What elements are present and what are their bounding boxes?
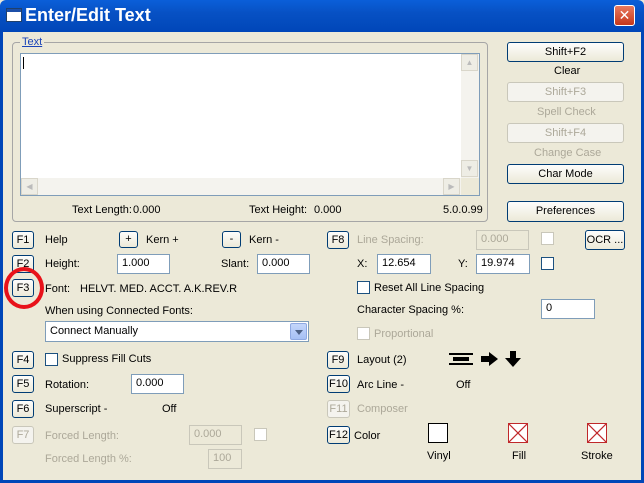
- scroll-up-icon[interactable]: ▲: [461, 54, 478, 71]
- height-input[interactable]: 1.000: [117, 254, 170, 274]
- proportional-checkbox[interactable]: [357, 327, 370, 340]
- chevron-down-icon[interactable]: [290, 323, 307, 340]
- char-mode-button[interactable]: Char Mode: [507, 164, 624, 184]
- vinyl-label: Vinyl: [427, 450, 451, 462]
- rotation-input[interactable]: 0.000: [131, 374, 184, 394]
- vertical-scrollbar[interactable]: ▲ ▼: [461, 54, 479, 178]
- help-label: Help: [45, 234, 68, 246]
- char-spacing-label: Character Spacing %:: [357, 304, 464, 316]
- ocr-button[interactable]: OCR ...: [585, 230, 625, 250]
- f1-button[interactable]: F1: [12, 231, 34, 249]
- spell-check-label: Spell Check: [537, 106, 596, 118]
- scroll-down-icon[interactable]: ▼: [461, 160, 478, 177]
- text-group-label: Text: [20, 36, 45, 48]
- line-spacing-checkbox[interactable]: [541, 232, 554, 245]
- y-input[interactable]: 19.974: [476, 254, 530, 274]
- proportional-label: Proportional: [374, 328, 434, 340]
- y-label: Y:: [458, 258, 468, 270]
- scroll-corner: [461, 178, 479, 195]
- f5-button[interactable]: F5: [12, 375, 34, 393]
- x-input[interactable]: 12.654: [377, 254, 431, 274]
- f8-button[interactable]: F8: [327, 231, 349, 249]
- font-label: Font:: [45, 283, 71, 295]
- change-case-button[interactable]: Shift+F4: [507, 123, 624, 143]
- layout-icons: [447, 350, 525, 368]
- window-title: Enter/Edit Text: [25, 5, 151, 25]
- f10-button[interactable]: F10: [327, 375, 350, 393]
- text-height-value: 0.000: [314, 204, 342, 216]
- superscript-state: Off: [162, 403, 177, 415]
- layout-preview: [449, 351, 521, 367]
- no-color-x-icon: [587, 423, 607, 443]
- clear-label: Clear: [554, 65, 581, 77]
- f11-button[interactable]: F11: [327, 400, 350, 418]
- slant-label: Slant:: [221, 258, 250, 270]
- preferences-button[interactable]: Preferences: [507, 201, 624, 222]
- line-spacing-label: Line Spacing:: [357, 234, 424, 246]
- f4-button[interactable]: F4: [12, 351, 34, 369]
- suppress-fill-cuts-checkbox[interactable]: [45, 353, 58, 366]
- composer-label: Composer: [357, 403, 408, 415]
- arrow-right-icon: [481, 352, 498, 366]
- arrow-down-icon: [505, 351, 521, 367]
- connected-fonts-label: When using Connected Fonts:: [45, 305, 193, 317]
- forced-length-label: Forced Length:: [45, 430, 119, 442]
- scroll-left-icon[interactable]: ◀: [21, 178, 38, 195]
- no-color-x-icon: [508, 423, 528, 443]
- vinyl-swatch[interactable]: [428, 423, 448, 443]
- reset-line-spacing-checkbox[interactable]: [357, 281, 370, 294]
- arc-line-state: Off: [456, 379, 471, 391]
- f9-button[interactable]: F9: [327, 351, 349, 369]
- x-label: X:: [357, 258, 368, 270]
- forced-length-input[interactable]: 0.000: [189, 425, 242, 445]
- char-spacing-input[interactable]: 0: [541, 299, 595, 319]
- forced-length-checkbox[interactable]: [254, 428, 267, 441]
- layout-label: Layout (2): [357, 354, 407, 366]
- rotation-label: Rotation:: [45, 379, 90, 391]
- window-icon: [6, 8, 22, 22]
- close-button[interactable]: ✕: [614, 5, 635, 26]
- text-height-label: Text Height:: [249, 204, 308, 216]
- kern-minus-label: Kern -: [249, 234, 279, 246]
- kern-minus-button[interactable]: -: [222, 231, 241, 248]
- clear-button[interactable]: Shift+F2: [507, 42, 624, 62]
- slant-input[interactable]: 0.000: [257, 254, 310, 274]
- text-entry-area[interactable]: [20, 53, 480, 196]
- f7-button[interactable]: F7: [12, 426, 34, 444]
- fill-swatch[interactable]: [508, 423, 528, 443]
- connected-fonts-select[interactable]: Connect Manually: [45, 321, 309, 342]
- text-length-value: 0.000: [133, 204, 161, 216]
- f12-button[interactable]: F12: [327, 426, 350, 444]
- suppress-fill-cuts-label: Suppress Fill Cuts: [62, 353, 152, 365]
- f6-button[interactable]: F6: [12, 400, 34, 418]
- highlight-circle: [4, 267, 44, 309]
- font-value: HELVT. MED. ACCT. A.K.REV.R: [80, 283, 238, 295]
- reset-line-spacing-label: Reset All Line Spacing: [374, 282, 485, 294]
- stroke-swatch[interactable]: [587, 423, 607, 443]
- kern-plus-button[interactable]: +: [119, 231, 138, 248]
- arc-line-label: Arc Line -: [357, 379, 405, 391]
- spell-check-button[interactable]: Shift+F3: [507, 82, 624, 102]
- forced-length-pct-input[interactable]: 100: [208, 449, 242, 469]
- horizontal-scrollbar[interactable]: ◀ ▶: [21, 178, 461, 195]
- forced-length-pct-label: Forced Length %:: [45, 453, 132, 465]
- text-caret: [23, 57, 24, 69]
- fill-label: Fill: [512, 450, 527, 462]
- color-label: Color: [354, 430, 381, 442]
- kern-plus-label: Kern +: [146, 234, 179, 246]
- stroke-label: Stroke: [581, 450, 613, 462]
- text-length-label: Text Length:: [72, 204, 132, 216]
- xy-checkbox[interactable]: [541, 257, 554, 270]
- height-label: Height:: [45, 258, 80, 270]
- connected-fonts-value: Connect Manually: [50, 325, 139, 337]
- scroll-right-icon[interactable]: ▶: [443, 178, 460, 195]
- align-center-icon: [449, 353, 473, 365]
- line-spacing-input[interactable]: 0.000: [476, 230, 529, 250]
- change-case-label: Change Case: [534, 147, 602, 159]
- version-label: 5.0.0.99: [443, 204, 483, 216]
- superscript-label: Superscript -: [45, 403, 108, 415]
